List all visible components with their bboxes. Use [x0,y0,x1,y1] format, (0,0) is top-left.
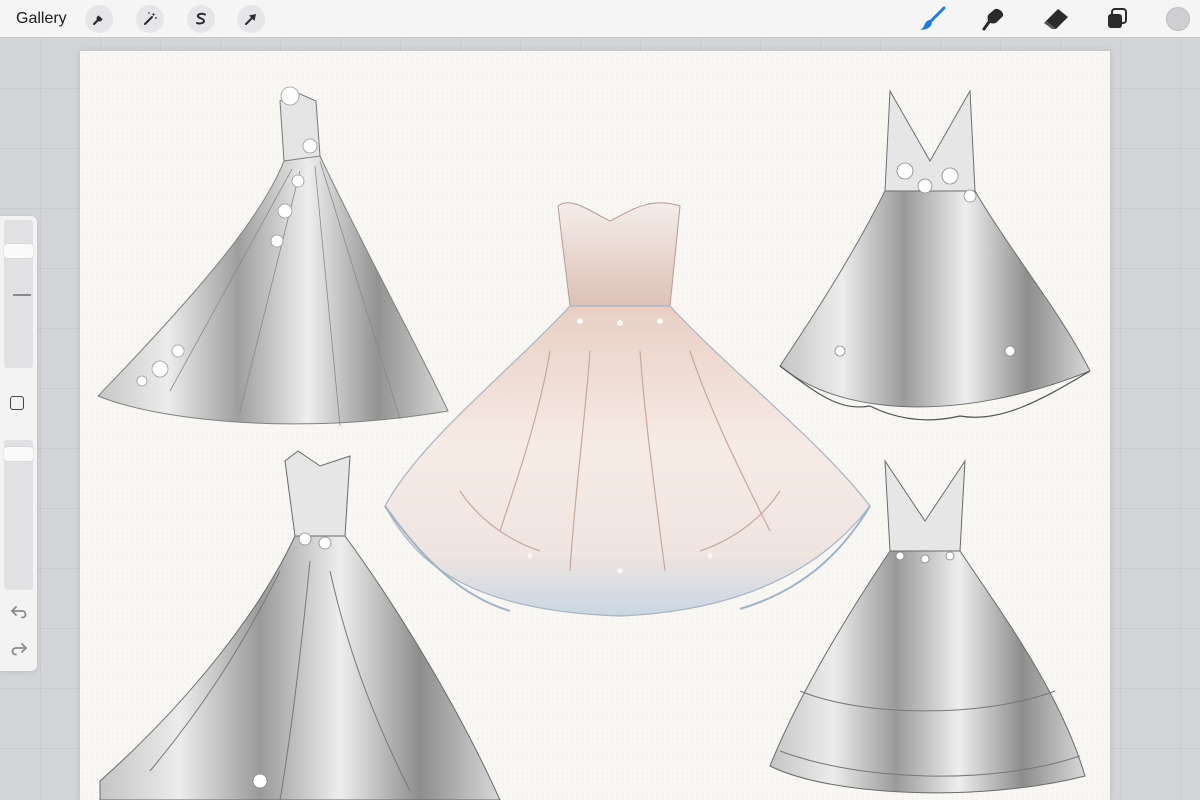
smudge-icon [982,8,1004,31]
eraser-icon [1044,9,1068,29]
brush-size-thumb[interactable] [4,244,33,258]
arrow-cursor-icon [245,14,256,25]
transform-button[interactable] [237,5,265,33]
brush-tool[interactable] [918,5,948,33]
brush-icon [920,6,946,30]
modifier-button[interactable] [10,396,24,410]
undo-button[interactable] [9,604,28,620]
brush-size-slider[interactable] [4,220,33,368]
selection-button[interactable] [187,5,215,33]
selection-s-icon [196,12,206,25]
drawing-canvas[interactable] [80,51,1110,800]
opacity-slider[interactable] [4,440,33,590]
gallery-button[interactable]: Gallery [16,10,67,28]
eraser-tool[interactable] [1041,5,1071,33]
redo-icon [11,643,27,656]
artwork-layer [97,86,1091,800]
top-toolbar: Gallery [0,0,1200,38]
redo-button[interactable] [9,641,28,657]
strapless-ball-gown-blush [384,202,871,617]
color-well[interactable] [1166,7,1190,31]
wrench-icon [92,15,103,26]
slider-divider [13,294,31,296]
layers-icon [1108,8,1127,28]
wedding-gown-floral-sketch [97,86,449,427]
magic-wand-icon [144,12,157,25]
undo-icon [10,606,26,619]
opacity-thumb[interactable] [4,447,33,461]
sidebar [0,216,37,671]
layers-tool[interactable] [1102,5,1132,33]
v-neck-floral-dress-sketch [779,89,1091,421]
smudge-tool[interactable] [979,5,1009,33]
adjustments-button[interactable] [136,5,164,33]
actions-button[interactable] [85,5,113,33]
